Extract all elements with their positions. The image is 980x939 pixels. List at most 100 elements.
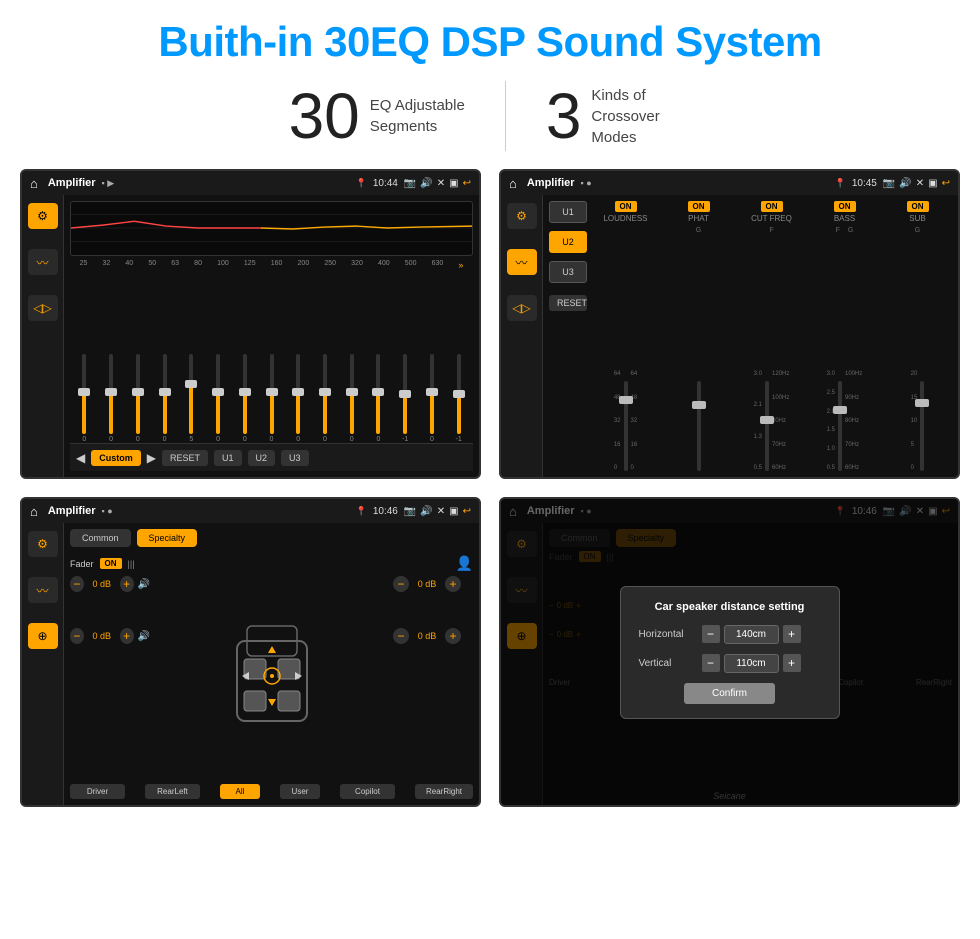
stats-row: 30 EQ Adjustable Segments 3 Kinds of Cro… — [249, 81, 732, 151]
distance-dialog: Car speaker distance setting Horizontal … — [620, 586, 840, 719]
next-arrow[interactable]: ▶ — [147, 451, 156, 465]
screen3-time: 10:46 — [373, 506, 398, 517]
eq-slider-5[interactable]: 0 — [206, 354, 231, 443]
vol-val-rf: 0 dB — [413, 579, 441, 589]
prev-arrow[interactable]: ◀ — [76, 451, 85, 465]
back-icon-s2[interactable]: ↩ — [942, 178, 950, 189]
common-tab[interactable]: Common — [70, 529, 131, 547]
vertical-plus-btn[interactable]: + — [783, 654, 801, 672]
vol-row-left-front: − 0 dB + 🔊 — [70, 576, 150, 592]
screen2-status-icons: 📷 🔊 ✕ ▣ ↩ — [883, 178, 950, 189]
u1-button-s1[interactable]: U1 — [214, 450, 242, 466]
u2-preset[interactable]: U2 — [549, 231, 587, 253]
driver-btn[interactable]: Driver — [70, 784, 125, 799]
vol-minus-lr[interactable]: − — [70, 628, 84, 644]
page-container: Buith-in 30EQ DSP Sound System 30 EQ Adj… — [0, 0, 980, 939]
speaker-area: Common Specialty Fader ON ||| 👤 − — [64, 523, 479, 805]
eq-slider-1[interactable]: 0 — [99, 354, 124, 443]
rearleft-btn[interactable]: RearLeft — [145, 784, 200, 799]
eq-area: 2532405063 80100125160200 25032040050063… — [64, 195, 479, 477]
eq-slider-6[interactable]: 0 — [232, 354, 257, 443]
screen3-main-content: ⚙ 〰 ⊕ Common Specialty Fader ON ||| 👤 — [22, 523, 479, 805]
vol-val-lr: 0 dB — [88, 631, 116, 641]
specialty-tab[interactable]: Specialty — [137, 529, 198, 547]
vol-minus-rr[interactable]: − — [393, 628, 409, 644]
vol-plus-lf[interactable]: + — [120, 576, 134, 592]
crossover-area: U1 U2 U3 RESET ON LOUDNESS 644832160 — [543, 195, 958, 477]
screen2-status-bar: ⌂ Amplifier ▪ ● 📍 10:45 📷 🔊 ✕ ▣ ↩ — [501, 171, 958, 195]
eq-slider-8[interactable]: 0 — [286, 354, 311, 443]
eq-slider-13[interactable]: 0 — [420, 354, 445, 443]
location-icon-s3: 📍 — [356, 506, 367, 517]
eq-slider-2[interactable]: 0 — [125, 354, 150, 443]
reset-button-s1[interactable]: RESET — [162, 450, 208, 466]
home-icon-s3[interactable]: ⌂ — [30, 504, 38, 519]
screen-icon-s3: ▣ — [449, 506, 458, 517]
eq-icon-s2[interactable]: ⚙ — [507, 203, 537, 229]
all-btn[interactable]: All — [220, 784, 260, 799]
ch-label-phat: PHAT — [688, 214, 709, 223]
ch-slider-cutfreq[interactable]: 3.02.11.30.5 120Hz100Hz80Hz70Hz60Hz — [754, 236, 790, 471]
reset-crossover[interactable]: RESET — [549, 295, 587, 311]
screen2-left-icons: ⚙ 〰 ◁▷ — [501, 195, 543, 477]
person-icon[interactable]: 👤 — [456, 555, 473, 572]
vol-icon-s3[interactable]: ⊕ — [28, 623, 58, 649]
copilot-btn[interactable]: Copilot — [340, 784, 395, 799]
back-icon[interactable]: ↩ — [463, 178, 471, 189]
horizontal-minus-btn[interactable]: − — [702, 625, 720, 643]
vol-plus-rf[interactable]: + — [445, 576, 461, 592]
vol-minus-lf[interactable]: − — [70, 576, 84, 592]
eq-slider-12[interactable]: -1 — [393, 354, 418, 443]
confirm-button[interactable]: Confirm — [684, 683, 775, 704]
eq-slider-10[interactable]: 0 — [339, 354, 364, 443]
u1-preset[interactable]: U1 — [549, 201, 587, 223]
ch-slider-bass[interactable]: 3.02.52.01.51.00.5 100Hz90Hz80Hz70Hz60Hz — [827, 236, 863, 471]
on-badge-cutfreq: ON — [761, 201, 783, 212]
wave-icon-btn[interactable]: 〰 — [28, 249, 58, 275]
eq-number: 30 — [289, 84, 360, 148]
vol-plus-lr[interactable]: + — [120, 628, 134, 644]
ch-slider-sub[interactable]: 20151050 — [911, 236, 925, 471]
back-icon-s3[interactable]: ↩ — [463, 506, 471, 517]
eq-slider-14[interactable]: -1 — [446, 354, 471, 443]
ch-phat: ON PHAT G — [664, 201, 733, 471]
horizontal-plus-btn[interactable]: + — [783, 625, 801, 643]
main-title: Buith-in 30EQ DSP Sound System — [158, 18, 821, 66]
location-icon-s2: 📍 — [835, 178, 846, 189]
ch-slider-phat[interactable] — [697, 236, 701, 471]
u3-button-s1[interactable]: U3 — [281, 450, 309, 466]
dialog-title: Car speaker distance setting — [639, 601, 821, 613]
u2-button-s1[interactable]: U2 — [248, 450, 276, 466]
home-icon-s2[interactable]: ⌂ — [509, 176, 517, 191]
eq-freq-labels: 2532405063 80100125160200 25032040050063… — [70, 260, 473, 270]
screen3-speaker: ⌂ Amplifier ▪ ● 📍 10:46 📷 🔊 ✕ ▣ ↩ ⚙ 〰 — [20, 497, 481, 807]
custom-button[interactable]: Custom — [91, 450, 141, 466]
preset-col: U1 U2 U3 RESET — [549, 201, 587, 471]
user-btn[interactable]: User — [280, 784, 320, 799]
eq-slider-3[interactable]: 0 — [152, 354, 177, 443]
eq-slider-9[interactable]: 0 — [313, 354, 338, 443]
dialog-overlay: Car speaker distance setting Horizontal … — [501, 499, 958, 805]
eq-slider-4[interactable]: 5 — [179, 354, 204, 443]
wave-icon-s2[interactable]: 〰 — [507, 249, 537, 275]
eq-icon-s3[interactable]: ⚙ — [28, 531, 58, 557]
ch-slider-loudness[interactable]: 644832160 644832160 — [614, 227, 637, 471]
screen2-main-content: ⚙ 〰 ◁▷ U1 U2 U3 RESET ON — [501, 195, 958, 477]
eq-icon-btn[interactable]: ⚙ — [28, 203, 58, 229]
rearright-btn[interactable]: RearRight — [415, 784, 473, 799]
vol-plus-rr[interactable]: + — [445, 628, 461, 644]
fader-label: Fader — [70, 559, 94, 569]
vol-minus-rf[interactable]: − — [393, 576, 409, 592]
screen4-distance: ⌂ Amplifier ▪ ● 📍 10:46 📷 🔊 ✕ ▣ ↩ ⚙ 〰 — [499, 497, 960, 807]
eq-slider-0[interactable]: 0 — [72, 354, 97, 443]
eq-slider-11[interactable]: 0 — [366, 354, 391, 443]
vertical-minus-btn[interactable]: − — [702, 654, 720, 672]
volume-icon-btn[interactable]: ◁▷ — [28, 295, 58, 321]
eq-slider-7[interactable]: 0 — [259, 354, 284, 443]
u3-preset[interactable]: U3 — [549, 261, 587, 283]
vertical-stepper: − 110cm + — [702, 654, 801, 673]
wave-icon-s3[interactable]: 〰 — [28, 577, 58, 603]
vol-icon-s2[interactable]: ◁▷ — [507, 295, 537, 321]
screen1-status-bar: ⌂ Amplifier ▪ ▶ 📍 10:44 📷 🔊 ✕ ▣ ↩ — [22, 171, 479, 195]
home-icon[interactable]: ⌂ — [30, 176, 38, 191]
